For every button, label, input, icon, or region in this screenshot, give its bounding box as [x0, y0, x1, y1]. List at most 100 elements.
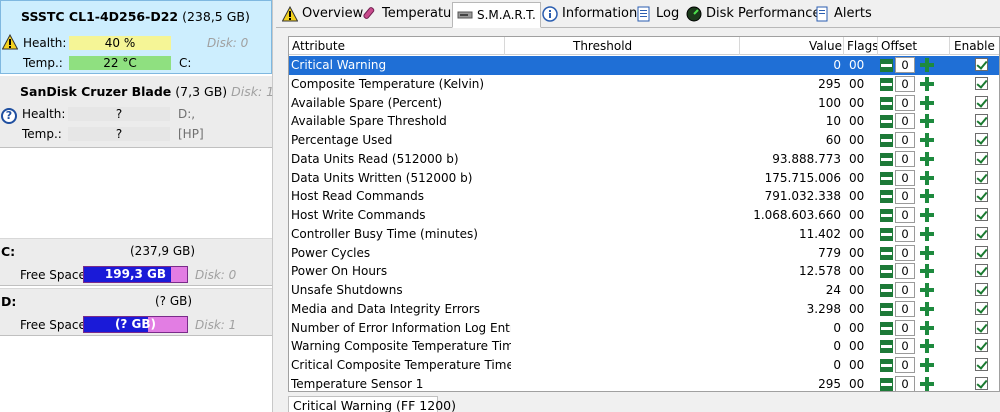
offset-increase-button[interactable]	[920, 301, 934, 316]
table-row[interactable]: Controller Busy Time (minutes) 11.402 00 0	[289, 225, 999, 244]
offset-decrease-button[interactable]	[880, 359, 893, 372]
offset-input[interactable]: 0	[895, 113, 915, 130]
tab-log[interactable]: Log	[632, 2, 683, 28]
offset-input[interactable]: 0	[895, 375, 915, 391]
offset-input[interactable]: 0	[895, 169, 915, 186]
offset-decrease-button[interactable]	[880, 77, 893, 91]
table-row[interactable]: Temperature Sensor 1 295 00 0	[289, 375, 999, 391]
enable-checkbox[interactable]	[975, 114, 988, 128]
column-header-value[interactable]: Value	[809, 39, 842, 53]
table-row[interactable]: Critical Composite Temperature Time (min…	[289, 356, 999, 375]
disk-card[interactable]: SanDisk Cruzer Blade (7,3 GB) Disk: 1 He…	[0, 76, 274, 148]
enable-checkbox[interactable]	[975, 95, 988, 109]
offset-decrease-button[interactable]	[880, 284, 893, 297]
volume-card[interactable]: C: (237,9 GB) Free Space 199,3 GB Disk: …	[0, 238, 272, 286]
offset-increase-button[interactable]	[920, 264, 934, 279]
offset-increase-button[interactable]	[920, 95, 934, 110]
table-row[interactable]: Media and Data Integrity Errors 3.298 00 0	[289, 300, 999, 319]
table-row[interactable]: Unsafe Shutdowns 24 00 0	[289, 281, 999, 300]
offset-input[interactable]: 0	[895, 225, 915, 242]
column-header-offset[interactable]: Offset	[881, 39, 917, 53]
table-row[interactable]: Number of Error Information Log Entries 0…	[289, 319, 999, 338]
offset-increase-button[interactable]	[920, 58, 934, 72]
offset-input[interactable]: 0	[895, 75, 915, 92]
enable-checkbox[interactable]	[975, 283, 988, 296]
offset-input[interactable]: 0	[895, 207, 915, 223]
offset-increase-button[interactable]	[920, 189, 934, 204]
volume-card[interactable]: D: (? GB) Free Space (? GB) Disk: 1	[0, 288, 272, 336]
offset-increase-button[interactable]	[920, 133, 934, 147]
enable-checkbox[interactable]	[975, 226, 988, 240]
table-row[interactable]: Host Read Commands 791.032.338 00 0	[289, 187, 999, 206]
table-row[interactable]: Available Spare Threshold 10 00 0	[289, 112, 999, 131]
offset-decrease-button[interactable]	[880, 152, 893, 166]
offset-input[interactable]: 0	[895, 300, 915, 317]
offset-decrease-button[interactable]	[880, 302, 893, 316]
offset-decrease-button[interactable]	[880, 115, 893, 129]
table-row[interactable]: Available Spare (Percent) 100 00 0	[289, 94, 999, 113]
offset-decrease-button[interactable]	[880, 340, 893, 354]
offset-input[interactable]: 0	[895, 57, 915, 73]
offset-input[interactable]: 0	[895, 282, 915, 298]
offset-input[interactable]: 0	[895, 263, 915, 280]
offset-decrease-button[interactable]	[880, 190, 893, 204]
enable-checkbox[interactable]	[975, 301, 988, 315]
tab-information[interactable]: Information	[538, 2, 641, 28]
offset-increase-button[interactable]	[920, 358, 934, 372]
enable-checkbox[interactable]	[975, 189, 988, 203]
offset-increase-button[interactable]	[920, 208, 934, 222]
table-row[interactable]: Percentage Used 60 00 0	[289, 131, 999, 150]
offset-input[interactable]: 0	[895, 357, 915, 373]
offset-increase-button[interactable]	[920, 320, 934, 335]
offset-decrease-button[interactable]	[880, 209, 893, 222]
enable-checkbox[interactable]	[975, 151, 988, 165]
column-header-attribute[interactable]: Attribute	[292, 39, 345, 53]
table-row[interactable]: Power On Hours 12.578 00 0	[289, 262, 999, 281]
enable-checkbox[interactable]	[975, 58, 988, 71]
tab-smart[interactable]: S.M.A.R.T.	[452, 2, 541, 28]
offset-decrease-button[interactable]	[880, 134, 893, 147]
offset-decrease-button[interactable]	[880, 321, 893, 335]
table-row[interactable]: Critical Warning 0 00 0	[289, 56, 999, 75]
column-header-enable[interactable]: Enable	[954, 39, 995, 53]
disk-card-selected[interactable]: SSSTC CL1-4D256-D22 (238,5 GB) Health: 4…	[0, 0, 272, 74]
table-row[interactable]: Data Units Written (512000 b) 175.715.006…	[289, 169, 999, 188]
table-row[interactable]: Data Units Read (512000 b) 93.888.773 00 0	[289, 150, 999, 169]
offset-increase-button[interactable]	[920, 245, 934, 260]
offset-decrease-button[interactable]	[880, 246, 893, 260]
offset-decrease-button[interactable]	[880, 59, 893, 72]
enable-checkbox[interactable]	[975, 245, 988, 259]
offset-increase-button[interactable]	[920, 76, 934, 91]
offset-increase-button[interactable]	[920, 339, 934, 354]
smart-attribute-table[interactable]: Attribute Threshold Value Flags Offset E…	[288, 36, 1000, 392]
enable-checkbox[interactable]	[975, 208, 988, 221]
offset-increase-button[interactable]	[920, 283, 934, 297]
column-header-flags[interactable]: Flags	[847, 39, 878, 53]
tab-alerts[interactable]: Alerts	[810, 2, 876, 28]
offset-decrease-button[interactable]	[880, 377, 893, 391]
column-header-threshold[interactable]: Threshold	[573, 39, 632, 53]
offset-increase-button[interactable]	[920, 376, 934, 391]
enable-checkbox[interactable]	[975, 339, 988, 353]
tab-disk-performance[interactable]: Disk Performance	[682, 2, 824, 28]
enable-checkbox[interactable]	[975, 133, 988, 146]
enable-checkbox[interactable]	[975, 320, 988, 334]
table-row[interactable]: Warning Composite Temperature Time (mi..…	[289, 337, 999, 356]
enable-checkbox[interactable]	[975, 264, 988, 278]
offset-input[interactable]: 0	[895, 132, 915, 148]
enable-checkbox[interactable]	[975, 76, 988, 90]
enable-checkbox[interactable]	[975, 376, 988, 390]
offset-input[interactable]: 0	[895, 94, 915, 111]
offset-decrease-button[interactable]	[880, 96, 893, 110]
enable-checkbox[interactable]	[975, 358, 988, 371]
offset-input[interactable]: 0	[895, 188, 915, 205]
offset-increase-button[interactable]	[920, 151, 934, 166]
offset-decrease-button[interactable]	[880, 227, 893, 241]
offset-input[interactable]: 0	[895, 338, 915, 355]
offset-input[interactable]: 0	[895, 150, 915, 167]
table-row[interactable]: Host Write Commands 1.068.603.660 00 0	[289, 206, 999, 225]
enable-checkbox[interactable]	[975, 170, 988, 184]
offset-input[interactable]: 0	[895, 244, 915, 261]
table-row[interactable]: Power Cycles 779 00 0	[289, 244, 999, 263]
table-row[interactable]: Composite Temperature (Kelvin) 295 00 0	[289, 75, 999, 94]
